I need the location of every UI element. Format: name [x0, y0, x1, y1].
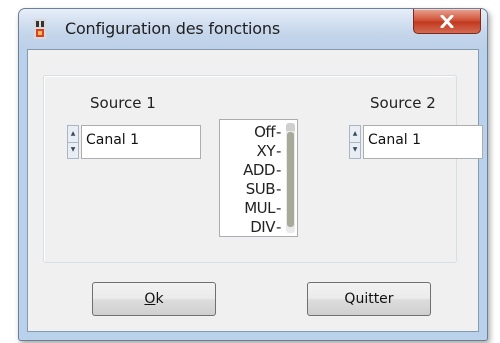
ok-button[interactable]: Ok — [92, 282, 216, 316]
function-listbox[interactable]: Off - XY - ADD - SUB - MUL - DIV - — [219, 119, 298, 237]
list-item-add[interactable]: ADD - — [222, 160, 284, 179]
source1-label: Source 1 — [90, 94, 156, 112]
source2-spinner[interactable]: ▲ ▼ Canal 1 — [349, 125, 483, 159]
source2-field[interactable]: Canal 1 — [363, 125, 483, 159]
quit-button[interactable]: Quitter — [307, 282, 431, 316]
source1-up-arrow-icon[interactable]: ▲ — [67, 125, 79, 143]
source2-up-arrow-icon[interactable]: ▲ — [349, 125, 361, 143]
list-item-off[interactable]: Off - — [222, 122, 284, 141]
source2-down-arrow-icon[interactable]: ▼ — [349, 142, 361, 159]
close-icon — [440, 14, 454, 28]
title-bar[interactable]: Configuration des fonctions — [19, 9, 487, 49]
scroll-up-icon[interactable] — [286, 123, 295, 131]
ok-label-rest: k — [155, 291, 164, 307]
function-list: Off - XY - ADD - SUB - MUL - DIV - — [222, 122, 284, 236]
source2-label: Source 2 — [370, 94, 436, 112]
ok-mnemonic: O — [144, 291, 156, 307]
scroll-thumb[interactable] — [287, 132, 294, 227]
function-groupbox: Source 1 ▲ ▼ Canal 1 Off - XY - ADD - SUB - … — [43, 75, 483, 263]
source1-down-arrow-icon[interactable]: ▼ — [67, 142, 79, 159]
list-item-sub[interactable]: SUB - — [222, 179, 284, 198]
list-item-mul[interactable]: MUL - — [222, 198, 284, 217]
source1-spinner[interactable]: ▲ ▼ Canal 1 — [67, 125, 201, 159]
listbox-scrollbar[interactable] — [286, 123, 295, 233]
dialog-client-area: Source 1 ▲ ▼ Canal 1 Off - XY - ADD - SUB - … — [27, 49, 483, 332]
list-item-div[interactable]: DIV - — [222, 217, 284, 236]
app-icon — [34, 19, 46, 39]
list-item-xy[interactable]: XY - — [222, 141, 284, 160]
source1-field[interactable]: Canal 1 — [81, 125, 201, 159]
window-title: Configuration des fonctions — [65, 19, 280, 38]
close-button[interactable] — [413, 9, 481, 34]
dialog-window: Configuration des fonctions Source 1 ▲ ▼… — [18, 8, 488, 341]
